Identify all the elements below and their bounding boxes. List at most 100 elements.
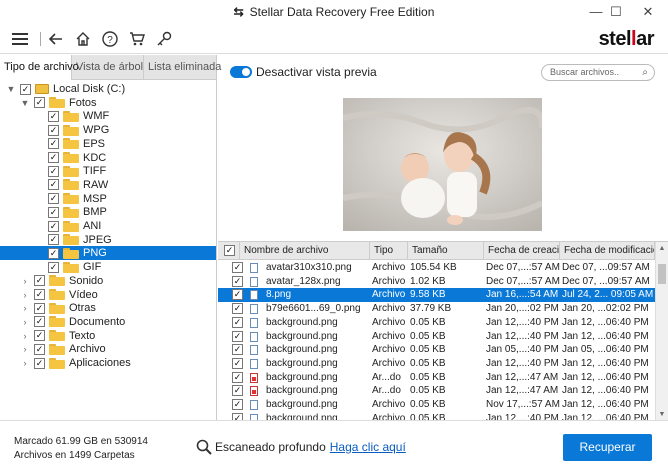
tree-folder-otras[interactable]: › ✓ Otras — [0, 301, 96, 315]
close-button[interactable]: ✕ — [634, 2, 662, 22]
column-header-size[interactable]: Tamaño — [408, 242, 484, 260]
row-checkbox[interactable]: ✓ — [232, 344, 243, 356]
tree-checkbox[interactable]: ✓ — [48, 220, 59, 232]
tree-root-local-disk[interactable]: ▼ ✓ Local Disk (C:) — [0, 82, 126, 96]
table-row[interactable]: ✓ avatar_128x.png Archivo 1.02 KB Dec 07,...… — [218, 275, 655, 289]
grid-scrollbar[interactable]: ▲ ▼ — [655, 242, 668, 421]
file-type-tree: ▼ ✓ Local Disk (C:) ▼ ✓ Fotos ✓ WMF ✓ WPG ✓ EPS ✓ KDC… — [0, 80, 217, 420]
table-row[interactable]: ✓ background.png Archivo 0.05 KB Jan 12,...:… — [218, 330, 655, 344]
expand-arrow-icon[interactable]: › — [20, 301, 30, 315]
home-icon[interactable] — [73, 29, 93, 49]
tree-folder-archivo[interactable]: › ✓ Archivo — [0, 342, 106, 356]
table-row[interactable]: ✓ avatar310x310.png Archivo 105.54 KB Dec 07… — [218, 261, 655, 275]
row-checkbox[interactable]: ✓ — [232, 357, 243, 369]
tree-checkbox[interactable]: ✓ — [34, 357, 45, 369]
row-checkbox[interactable]: ✓ — [232, 289, 243, 301]
folder-icon — [49, 357, 65, 369]
table-row[interactable]: ✓ background.png Ar...do 0.05 KB Jan 12,...:… — [218, 371, 655, 385]
tree-checkbox[interactable]: ✓ — [20, 83, 31, 95]
row-checkbox[interactable]: ✓ — [232, 316, 243, 328]
table-row[interactable]: ✓ background.png Archivo 0.05 KB Jan 12,...:… — [218, 316, 655, 330]
row-checkbox[interactable]: ✓ — [232, 303, 243, 315]
tree-checkbox[interactable]: ✓ — [48, 261, 59, 273]
tree-folder-ani[interactable]: ✓ ANI — [0, 219, 101, 233]
expand-arrow-icon[interactable]: ▼ — [6, 82, 16, 96]
tree-folder-sonido[interactable]: › ✓ Sonido — [0, 274, 104, 288]
expand-arrow-icon[interactable]: › — [20, 342, 30, 356]
column-header-name[interactable]: Nombre de archivo — [240, 242, 370, 260]
table-row[interactable]: ✓ b79e6601...69_0.png Archivo 37.79 KB Jan 2… — [218, 302, 655, 316]
tree-folder-vídeo[interactable]: › ✓ Vídeo — [0, 288, 98, 302]
recover-button[interactable]: Recuperar — [563, 434, 652, 461]
row-checkbox[interactable]: ✓ — [232, 399, 243, 410]
deep-scan-link[interactable]: Haga clic aquí — [330, 440, 406, 454]
menu-icon[interactable] — [10, 29, 30, 49]
tree-folder-tiff[interactable]: ✓ TIFF — [0, 164, 106, 178]
tree-folder-gif[interactable]: ✓ GIF — [0, 260, 101, 274]
maximize-button[interactable]: ☐ — [602, 2, 630, 22]
tree-checkbox[interactable]: ✓ — [48, 206, 59, 218]
column-header-type[interactable]: Tipo — [370, 242, 408, 260]
tree-folder-wmf[interactable]: ✓ WMF — [0, 109, 109, 123]
tab-file-type[interactable]: Tipo de archivo — [0, 55, 79, 80]
cart-icon[interactable] — [127, 29, 147, 49]
select-all-checkbox[interactable]: ✓ — [218, 242, 240, 260]
tree-checkbox[interactable]: ✓ — [48, 165, 59, 177]
row-checkbox[interactable]: ✓ — [232, 330, 243, 342]
expand-arrow-icon[interactable]: › — [20, 315, 30, 329]
tree-folder-texto[interactable]: › ✓ Texto — [0, 329, 96, 343]
tree-folder-png[interactable]: ✓ PNG — [0, 246, 216, 261]
tree-folder-eps[interactable]: ✓ EPS — [0, 137, 105, 151]
expand-arrow-icon[interactable]: › — [20, 288, 30, 302]
expand-arrow-icon[interactable]: › — [20, 356, 30, 370]
tree-checkbox[interactable]: ✓ — [48, 152, 59, 163]
key-icon[interactable] — [154, 29, 174, 49]
tree-checkbox[interactable]: ✓ — [48, 138, 59, 150]
tree-folder-wpg[interactable]: ✓ WPG — [0, 123, 109, 137]
tree-folder-fotos[interactable]: ▼ ✓ Fotos — [0, 96, 97, 110]
row-checkbox[interactable]: ✓ — [232, 371, 243, 383]
search-input[interactable]: Buscar archivos.. ⌕ — [541, 64, 655, 81]
tree-checkbox[interactable]: ✓ — [34, 316, 45, 328]
tree-folder-documento[interactable]: › ✓ Documento — [0, 315, 126, 329]
table-row[interactable]: ✓ background.png Ar...do 0.05 KB Jan 12,...:… — [218, 384, 655, 398]
tree-checkbox[interactable]: ✓ — [34, 343, 45, 355]
row-checkbox[interactable]: ✓ — [232, 275, 243, 287]
preview-toggle[interactable] — [230, 66, 252, 78]
tree-folder-bmp[interactable]: ✓ BMP — [0, 205, 107, 219]
tree-folder-msp[interactable]: ✓ MSP — [0, 192, 107, 206]
tree-checkbox[interactable]: ✓ — [48, 179, 59, 191]
expand-arrow-icon[interactable]: › — [20, 329, 30, 343]
scrollbar-thumb[interactable] — [658, 264, 666, 284]
column-header-modified[interactable]: Fecha de modificación — [560, 242, 655, 260]
scroll-up-icon[interactable]: ▲ — [656, 242, 668, 255]
table-row[interactable]: ✓ background.png Archivo 0.05 KB Nov 17,...:… — [218, 398, 655, 412]
back-icon[interactable] — [46, 29, 66, 49]
tab-deleted-list[interactable]: Lista eliminada — [144, 55, 221, 80]
row-checkbox[interactable]: ✓ — [232, 262, 243, 273]
tree-checkbox[interactable]: ✓ — [48, 234, 59, 246]
tree-folder-aplicaciones[interactable]: › ✓ Aplicaciones — [0, 356, 131, 370]
column-header-created[interactable]: Fecha de creación — [484, 242, 560, 260]
row-checkbox[interactable]: ✓ — [232, 385, 243, 397]
tree-checkbox[interactable]: ✓ — [48, 247, 59, 259]
png-file-icon — [250, 317, 258, 328]
expand-arrow-icon[interactable]: ▼ — [20, 96, 30, 110]
table-row[interactable]: ✓ background.png Archivo 0.05 KB Jan 05,...:… — [218, 343, 655, 357]
tree-checkbox[interactable]: ✓ — [34, 330, 45, 342]
table-row[interactable]: ✓ background.png Archivo 0.05 KB Jan 12,...:… — [218, 357, 655, 371]
expand-arrow-icon[interactable]: › — [20, 274, 30, 288]
tree-checkbox[interactable]: ✓ — [34, 289, 45, 300]
tab-tree-view[interactable]: Vista de árbol — [72, 55, 144, 80]
tree-checkbox[interactable]: ✓ — [48, 193, 59, 205]
tree-checkbox[interactable]: ✓ — [34, 275, 45, 287]
table-row[interactable]: ✓ 8.png Archivo 9.58 KB Jan 16,...:54 AM Jul … — [218, 288, 655, 303]
tree-folder-jpeg[interactable]: ✓ JPEG — [0, 233, 112, 247]
tree-checkbox[interactable]: ✓ — [34, 97, 45, 109]
tree-folder-kdc[interactable]: ✓ KDC — [0, 151, 106, 165]
tree-checkbox[interactable]: ✓ — [48, 110, 59, 122]
tree-folder-raw[interactable]: ✓ RAW — [0, 178, 108, 192]
tree-checkbox[interactable]: ✓ — [34, 302, 45, 314]
help-icon[interactable]: ? — [100, 29, 120, 49]
tree-checkbox[interactable]: ✓ — [48, 124, 59, 136]
